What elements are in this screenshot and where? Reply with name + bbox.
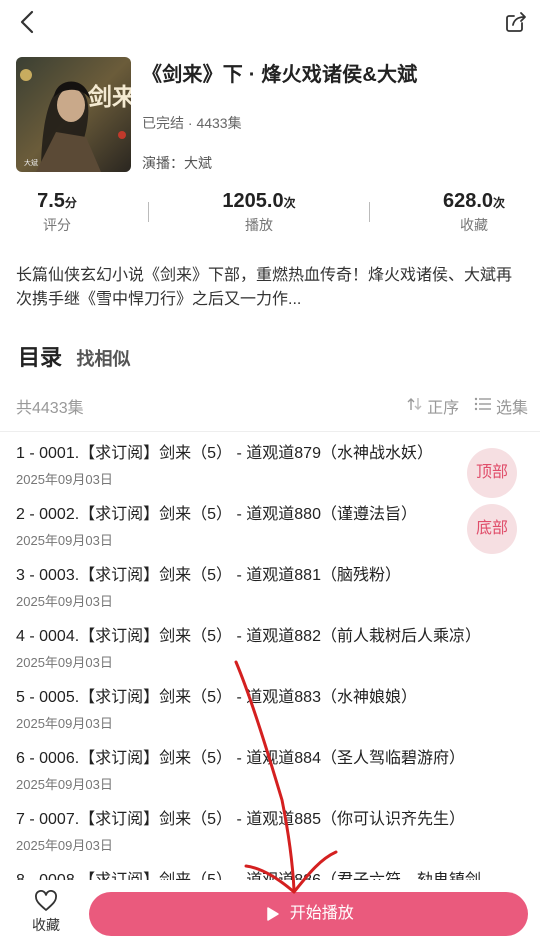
favorites-unit: 次	[493, 196, 506, 210]
favorite-label: 收藏	[32, 917, 60, 933]
episode-item[interactable]: 1 - 0001.【求订阅】剑来（5） - 道观道879（水神战水妖） 2025…	[16, 442, 526, 503]
episode-item[interactable]: 6 - 0006.【求订阅】剑来（5） - 道观道884（圣人驾临碧游府） 20…	[16, 747, 526, 808]
select-episodes-label: 选集	[495, 400, 528, 417]
plays-unit: 次	[283, 196, 296, 210]
episode-count: 共4433集	[16, 400, 84, 417]
heart-icon	[35, 890, 57, 911]
select-episodes-button[interactable]: 选集	[474, 394, 528, 418]
episode-title: 1 - 0001.【求订阅】剑来（5） - 道观道879（水神战水妖）	[16, 445, 433, 462]
book-description[interactable]: 长篇仙侠玄幻小说《剑来》下部，重燃热血传奇！烽火戏诸侯、大斌再次携手继《雪中悍刀…	[16, 264, 526, 312]
episode-title: 6 - 0006.【求订阅】剑来（5） - 道观道884（圣人驾临碧游府）	[16, 750, 465, 767]
sort-arrows-icon	[407, 398, 422, 411]
cover-author-text: 大斌	[24, 158, 38, 167]
list-icon	[474, 398, 491, 411]
stat-favorites: 628.0次 收藏	[424, 190, 524, 235]
tab-similar[interactable]: 找相似	[76, 349, 130, 369]
scroll-bottom-button[interactable]: 底部	[467, 504, 517, 554]
stat-divider	[148, 202, 149, 222]
share-icon[interactable]	[502, 8, 530, 36]
sort-order-label: 正序	[427, 400, 460, 417]
episode-title: 5 - 0005.【求订阅】剑来（5） - 道观道883（水神娘娘）	[16, 689, 417, 706]
episode-date: 2025年09月03日	[16, 655, 113, 670]
book-cover-image: 剑来 大斌	[16, 57, 131, 172]
episode-list: 1 - 0001.【求订阅】剑来（5） - 道观道879（水神战水妖） 2025…	[16, 442, 526, 930]
stats-row: 7.5分 评分 1205.0次 播放 628.0次 收藏	[0, 190, 540, 240]
favorite-button[interactable]: 收藏	[18, 890, 74, 935]
back-arrow-icon[interactable]	[14, 8, 42, 36]
rating-label: 评分	[43, 217, 71, 233]
divider	[0, 431, 540, 432]
favorites-value: 628.0	[442, 190, 494, 212]
episode-item[interactable]: 2 - 0002.【求订阅】剑来（5） - 道观道880（谨遵法旨） 2025年…	[16, 503, 526, 564]
book-status: 已完结 · 4433集	[142, 115, 242, 131]
episode-title: 3 - 0003.【求订阅】剑来（5） - 道观道881（脑残粉）	[16, 567, 401, 584]
scroll-top-button[interactable]: 顶部	[467, 448, 517, 498]
episode-date: 2025年09月03日	[16, 838, 113, 853]
episode-title: 7 - 0007.【求订阅】剑来（5） - 道观道885（你可认识齐先生）	[16, 811, 465, 828]
tab-catalog[interactable]: 目录	[18, 345, 62, 370]
favorites-label: 收藏	[460, 217, 488, 233]
rating-value: 7.5	[37, 190, 65, 212]
episode-date: 2025年09月03日	[16, 533, 113, 548]
episode-item[interactable]: 5 - 0005.【求订阅】剑来（5） - 道观道883（水神娘娘） 2025年…	[16, 686, 526, 747]
episode-title: 4 - 0004.【求订阅】剑来（5） - 道观道882（前人栽树后人乘凉）	[16, 628, 481, 645]
episode-date: 2025年09月03日	[16, 594, 113, 609]
episode-date: 2025年09月03日	[16, 777, 113, 792]
stat-plays: 1205.0次 播放	[199, 190, 319, 235]
play-icon	[267, 907, 280, 921]
rating-unit: 分	[64, 196, 77, 210]
episode-item[interactable]: 7 - 0007.【求订阅】剑来（5） - 道观道885（你可认识齐先生） 20…	[16, 808, 526, 869]
top-bar	[0, 0, 540, 44]
stat-rating: 7.5分 评分	[22, 190, 92, 235]
sort-tools: 正序 选集	[407, 394, 528, 418]
episode-item[interactable]: 3 - 0003.【求订阅】剑来（5） - 道观道881（脑残粉） 2025年0…	[16, 564, 526, 625]
plays-value: 1205.0	[222, 190, 284, 212]
stat-divider	[369, 202, 370, 222]
book-narrator: 演播：大斌	[142, 155, 212, 171]
catalog-header: 目录 找相似	[18, 340, 130, 372]
cover-title-text: 剑来	[87, 82, 131, 111]
episode-date: 2025年09月03日	[16, 716, 113, 731]
book-title: 《剑来》下 · 烽火戏诸侯&大斌	[142, 64, 418, 86]
start-play-label: 开始播放	[289, 905, 354, 922]
start-play-button[interactable]: 开始播放	[89, 892, 528, 936]
bottom-action-bar: 收藏 开始播放	[0, 880, 540, 941]
episode-count-row: 共4433集 正序 选集	[16, 394, 528, 418]
episode-title: 2 - 0002.【求订阅】剑来（5） - 道观道880（谨遵法旨）	[16, 506, 417, 523]
sort-order-button[interactable]: 正序	[407, 394, 459, 418]
plays-label: 播放	[245, 217, 273, 233]
episode-date: 2025年09月03日	[16, 472, 113, 487]
episode-item[interactable]: 4 - 0004.【求订阅】剑来（5） - 道观道882（前人栽树后人乘凉） 2…	[16, 625, 526, 686]
